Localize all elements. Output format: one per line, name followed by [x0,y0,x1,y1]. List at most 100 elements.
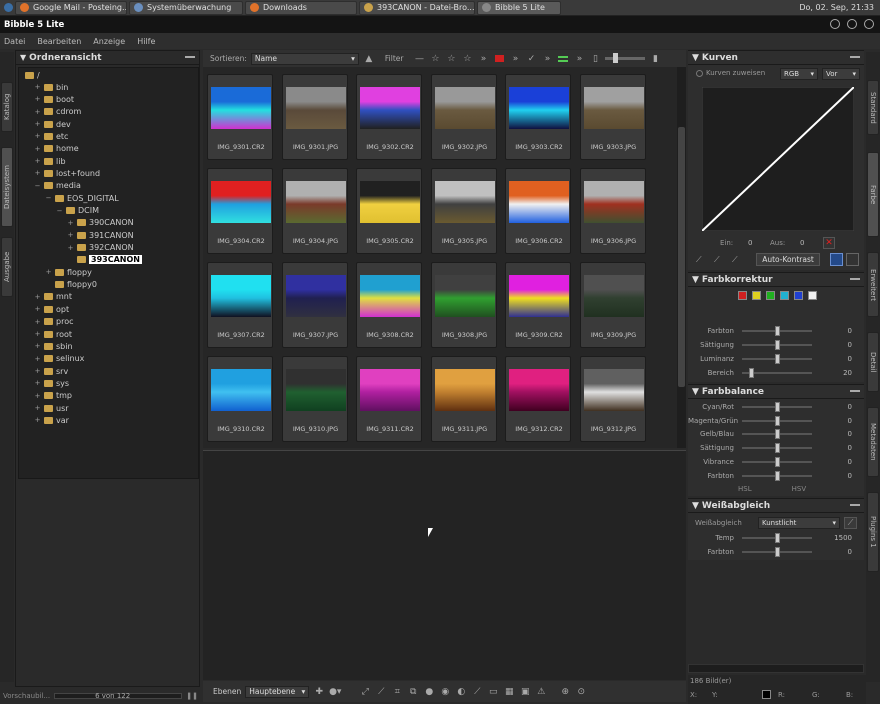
more-icon[interactable]: » [541,53,553,65]
tree-node[interactable]: − DCIM [56,205,99,217]
pin-icon[interactable] [850,55,860,60]
tree-node[interactable]: + floppy [45,266,92,278]
lock-icon[interactable]: ▣ [519,686,531,698]
tree-node[interactable]: + etc [34,130,69,142]
tree-node[interactable]: + opt [34,303,70,315]
compare-icon[interactable]: ▭ [487,686,499,698]
tree-node[interactable]: + home [34,143,79,155]
tree-node[interactable]: + srv [34,365,69,377]
tree-node[interactable]: + dev [34,118,71,130]
menu-bearbeiten[interactable]: Bearbeiten [37,37,81,46]
thumbnail[interactable]: IMG_9304.CR2 [207,168,273,254]
color-swatch[interactable] [808,291,817,300]
slider-track[interactable] [742,470,812,481]
slider-knob[interactable] [775,456,780,467]
pin-icon[interactable] [850,389,860,394]
color-swatch[interactable] [738,291,747,300]
menu-hilfe[interactable]: Hilfe [137,37,155,46]
expand-toggle-icon[interactable]: + [34,318,41,326]
smooth-curve-icon[interactable] [846,253,859,266]
zoom-fit-icon[interactable]: ⊙ [575,686,587,698]
thumbnail[interactable]: IMG_9309.CR2 [505,262,571,348]
expand-toggle-icon[interactable]: + [34,330,41,338]
small-thumb-icon[interactable]: ▯ [589,53,601,65]
taskbar-item[interactable]: Downloads [245,0,357,15]
grid-scrollbar[interactable] [677,67,686,448]
red-label-icon[interactable] [493,53,505,65]
auto-contrast-button[interactable]: Auto-Kontrast [756,253,820,266]
assign-curves-checkbox[interactable] [696,69,703,77]
white-balance-select[interactable]: Kunstlicht ▾ [758,517,840,529]
add-layer-icon[interactable]: ✚ [313,686,325,698]
thumbnail[interactable]: IMG_9312.CR2 [505,356,571,442]
star-icon[interactable]: ☆ [429,53,441,65]
slider-knob[interactable] [775,402,780,412]
thumbnail[interactable]: IMG_9307.CR2 [207,262,273,348]
slider-track[interactable] [742,456,812,467]
slider-value[interactable]: 0 [848,341,864,349]
panel-horizontal-scrollbar[interactable] [688,664,864,673]
tree-node[interactable]: + lib [34,155,66,167]
expand-toggle-icon[interactable]: + [34,367,41,375]
tab-dateisystem[interactable]: Dateisystem [1,147,13,227]
pin-icon[interactable] [850,503,860,508]
tree-root[interactable]: / [25,69,40,81]
color-swatch[interactable] [794,291,803,300]
slider-knob[interactable] [775,415,780,426]
thumbnail[interactable]: IMG_9311.JPG [430,356,497,442]
tab-plugins[interactable]: Plugins 1 [867,492,879,572]
slider-knob[interactable] [775,533,780,543]
slider-track[interactable] [742,368,812,378]
tab-metadaten[interactable]: Metadaten [867,407,879,477]
tree-node[interactable]: +392CANON [67,242,134,254]
preview-area[interactable] [203,450,686,680]
tree-node[interactable]: + boot [34,93,74,105]
slider-knob[interactable] [775,326,780,336]
thumbnail[interactable]: IMG_9312.JPG [579,356,646,442]
layer-mode-icon[interactable]: ●▾ [329,686,341,698]
thumbnail[interactable]: IMG_9302.CR2 [356,74,422,160]
wb-eyedropper-icon[interactable]: ⟋ [844,517,857,529]
taskbar-item[interactable]: Google Mail - Posteing... [15,0,127,15]
spot-icon[interactable]: ● [423,686,435,698]
color-swatch[interactable] [766,291,775,300]
menu-anzeige[interactable]: Anzeige [93,37,125,46]
scrollbar-thumb[interactable] [678,127,685,387]
thumbnail[interactable]: IMG_9309.JPG [579,262,646,348]
expand-toggle-icon[interactable]: + [34,95,41,103]
clock[interactable]: Do, 02. Sep, 21:33 [799,3,880,12]
fit-icon[interactable]: ⤢ [359,686,371,698]
slider-knob[interactable] [775,429,780,440]
expand-toggle-icon[interactable]: + [34,404,41,412]
thumbnail[interactable]: IMG_9307.JPG [281,262,348,348]
expand-toggle-icon[interactable]: + [34,157,41,165]
expand-toggle-icon[interactable]: + [67,219,74,227]
thumbnail[interactable]: IMG_9311.CR2 [356,356,422,442]
expand-toggle-icon[interactable]: + [67,231,74,239]
color-swatch[interactable] [780,291,789,300]
color-correction-header[interactable]: ▼ Farbkorrektur [688,273,864,287]
slider-value[interactable]: 1500 [834,534,864,542]
slider-value[interactable]: 0 [848,355,864,363]
large-thumb-icon[interactable]: ▮ [649,53,661,65]
preview-slider[interactable]: 6 von 122 [54,692,183,700]
reset-curve-icon[interactable]: ✕ [823,237,835,249]
sort-select[interactable]: Name ▾ [250,52,359,65]
slider-track[interactable] [742,402,812,412]
tab-erweitert[interactable]: Erweitert [867,252,879,317]
pause-icon[interactable]: ❚❚ [186,692,198,700]
thumbnail[interactable]: IMG_9301.CR2 [207,74,273,160]
eyedropper-black-icon[interactable]: ⟋ [696,255,702,265]
out-value[interactable]: 0 [800,239,804,247]
thumbnail[interactable]: IMG_9308.CR2 [356,262,422,348]
thumbnail[interactable]: IMG_9308.JPG [430,262,497,348]
slider-value[interactable]: 0 [848,417,864,425]
slider-knob[interactable] [748,368,754,378]
thumbnail[interactable]: IMG_9306.CR2 [505,168,571,254]
more-icon[interactable]: » [573,53,585,65]
slider-track[interactable] [742,326,812,336]
thumbnail[interactable]: IMG_9305.CR2 [356,168,422,254]
expand-toggle-icon[interactable]: + [34,145,41,153]
tab-standard[interactable]: Standard [867,80,879,135]
slider-track[interactable] [742,533,812,543]
